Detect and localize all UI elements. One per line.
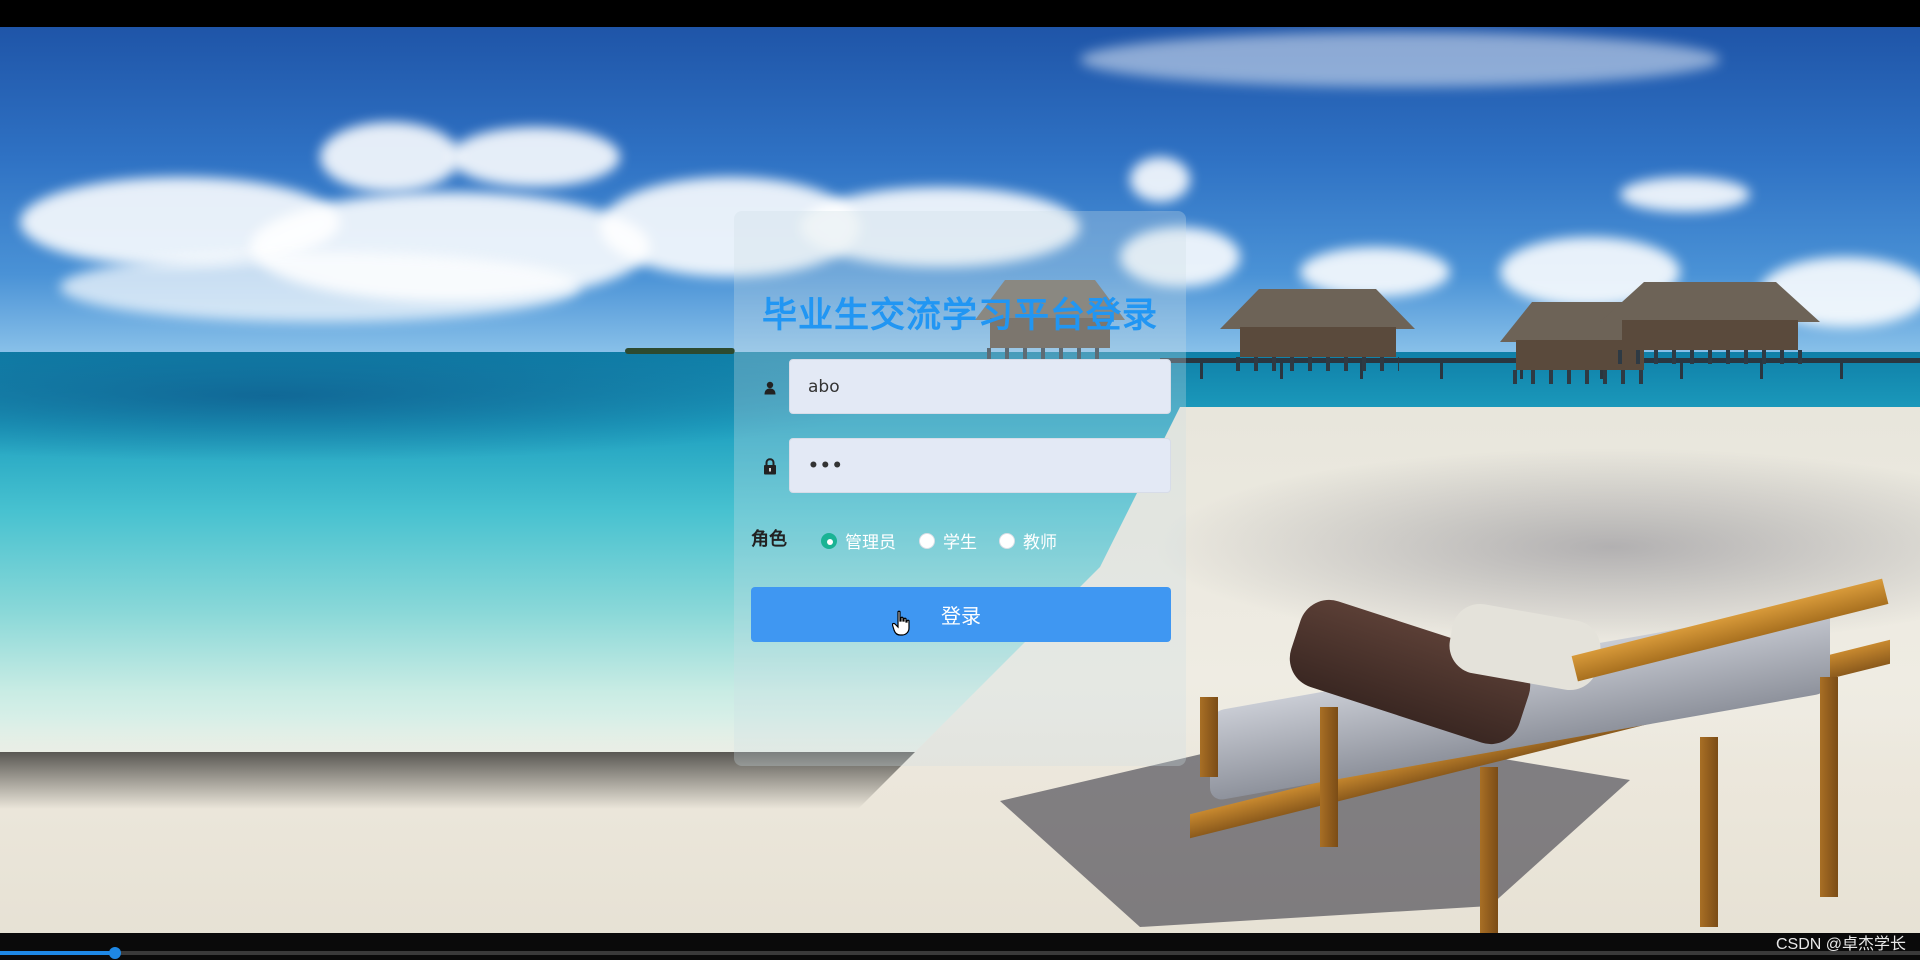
login-button[interactable]: 登录 [751, 587, 1171, 642]
water-hut [1220, 289, 1415, 371]
top-black-bar [0, 0, 1920, 27]
role-option-label: 学生 [943, 533, 977, 553]
role-label: 角色 [751, 529, 787, 550]
role-radio-admin[interactable]: 管理员 [821, 528, 896, 553]
bottom-black-bar [0, 933, 1920, 960]
user-icon [758, 376, 782, 400]
video-progress-bar[interactable] [0, 947, 1920, 959]
role-option-label: 教师 [1023, 533, 1057, 553]
page-title: 毕业生交流学习平台登录 [761, 296, 1158, 336]
progress-fill [0, 951, 116, 955]
radio-selected-indicator[interactable] [821, 532, 837, 549]
distant-island [625, 348, 735, 354]
watermark: CSDN @卓杰学长 [1775, 936, 1906, 953]
role-radio-teacher[interactable]: 教师 [999, 528, 1057, 553]
radio-indicator[interactable] [919, 532, 935, 549]
lounge-chair [1180, 578, 1920, 933]
role-option-label: 管理员 [845, 533, 896, 553]
water-hut [1600, 282, 1820, 374]
role-radio-student[interactable]: 学生 [919, 528, 977, 553]
lock-icon [758, 454, 782, 478]
hand-cursor-icon [892, 610, 910, 636]
radio-indicator[interactable] [999, 532, 1015, 549]
username-input[interactable] [789, 359, 1171, 414]
password-input[interactable] [789, 438, 1171, 493]
